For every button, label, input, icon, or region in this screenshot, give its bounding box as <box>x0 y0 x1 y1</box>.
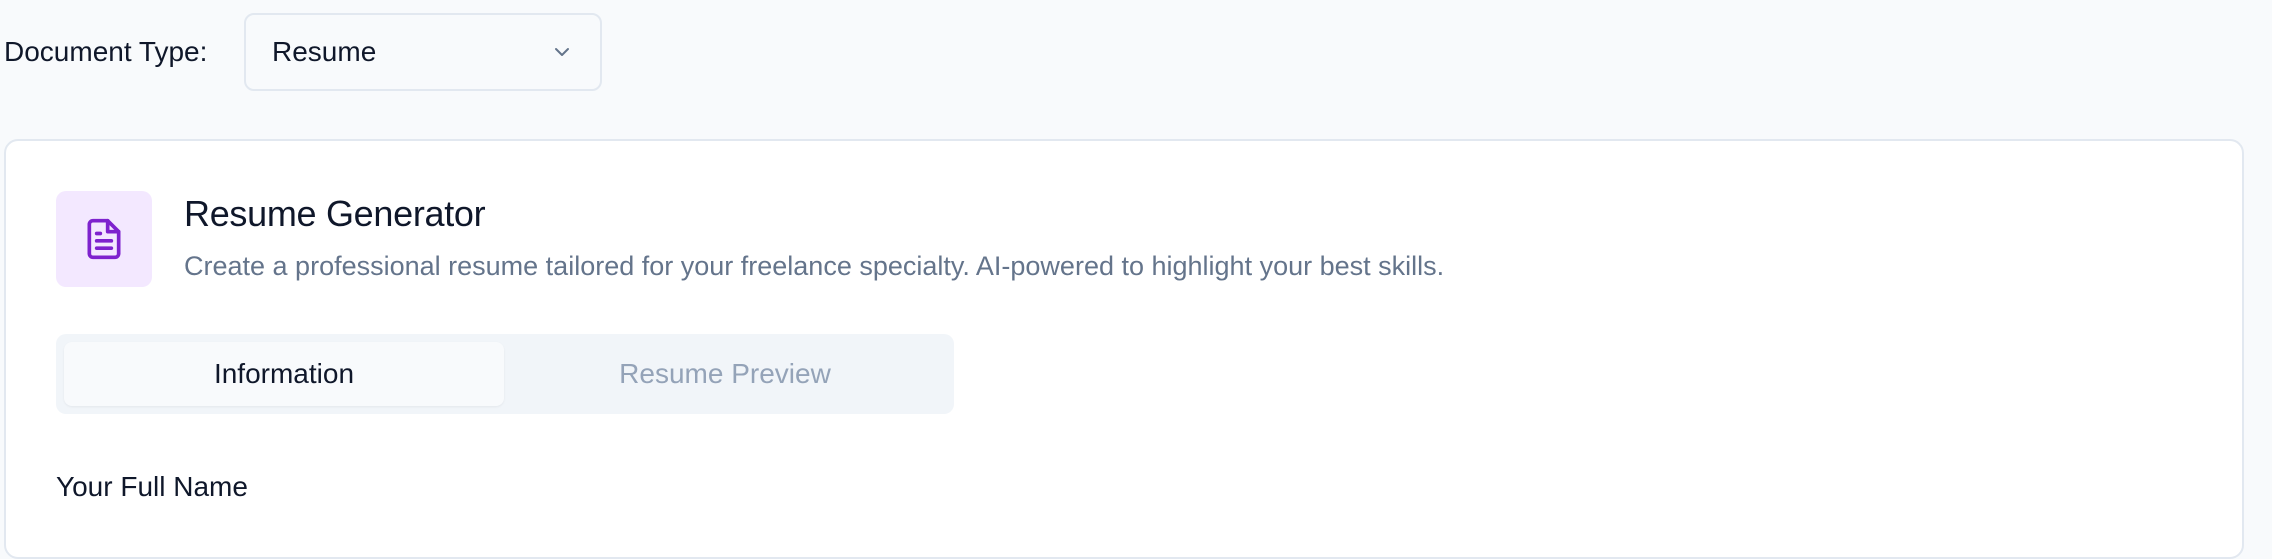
document-icon-box <box>56 191 152 287</box>
resume-generator-card: Resume Generator Create a professional r… <box>4 139 2244 559</box>
full-name-label: Your Full Name <box>56 471 248 502</box>
document-icon <box>87 218 121 260</box>
document-type-label: Document Type: <box>4 36 208 67</box>
document-type-select[interactable]: Resume <box>244 13 602 91</box>
document-type-row: Document Type: Resume <box>4 13 602 91</box>
chevron-down-icon <box>555 48 569 56</box>
tab-list: Information Resume Preview <box>56 334 954 414</box>
document-type-selected-value: Resume <box>272 36 377 67</box>
tab-resume-preview[interactable]: Resume Preview <box>504 342 946 406</box>
card-title: Resume Generator <box>184 193 486 234</box>
tab-information[interactable]: Information <box>64 342 504 406</box>
card-description: Create a professional resume tailored fo… <box>184 251 1445 281</box>
